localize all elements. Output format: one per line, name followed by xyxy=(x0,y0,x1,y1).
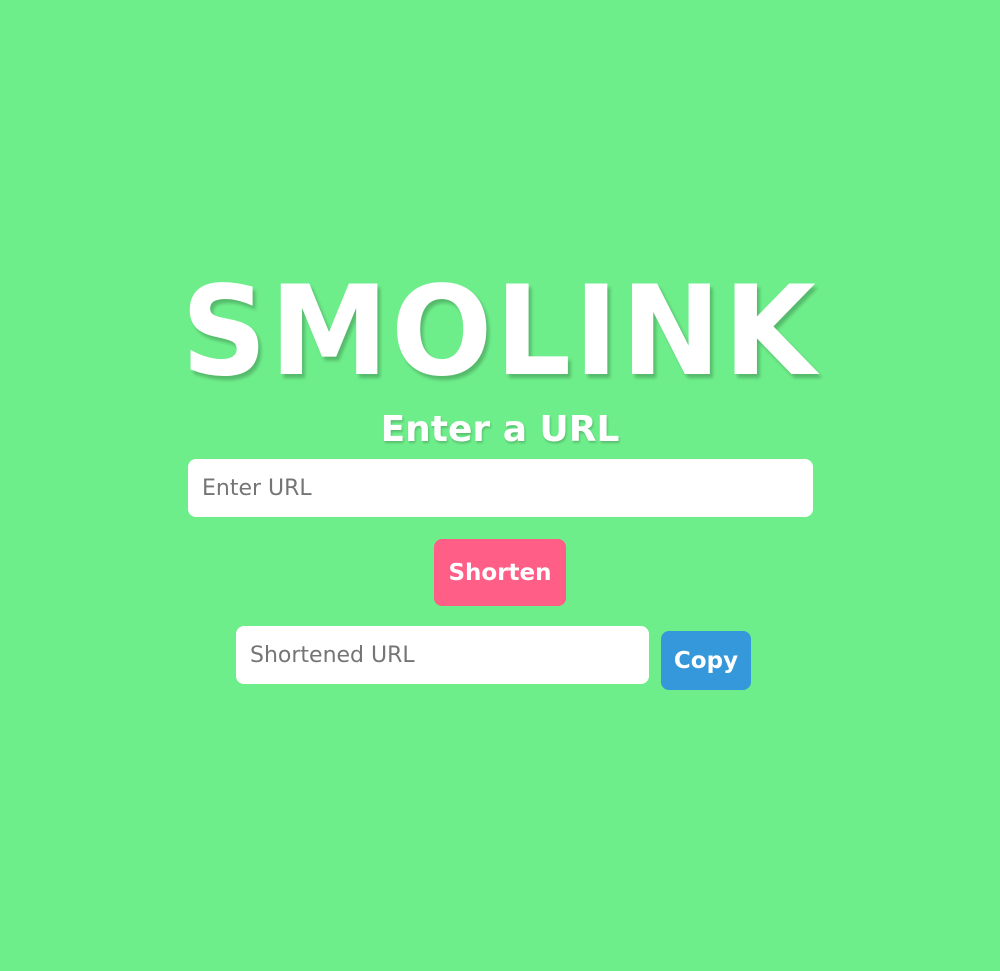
page-subtitle: Enter a URL xyxy=(380,409,620,450)
app-logo: SMOLINK xyxy=(181,260,819,404)
app-container: SMOLINK Enter a URL Shorten Copy xyxy=(0,0,1000,971)
copy-button[interactable]: Copy xyxy=(661,631,751,690)
url-input[interactable] xyxy=(188,459,813,517)
shorten-button[interactable]: Shorten xyxy=(434,539,566,606)
shortened-url-field[interactable] xyxy=(236,626,649,684)
